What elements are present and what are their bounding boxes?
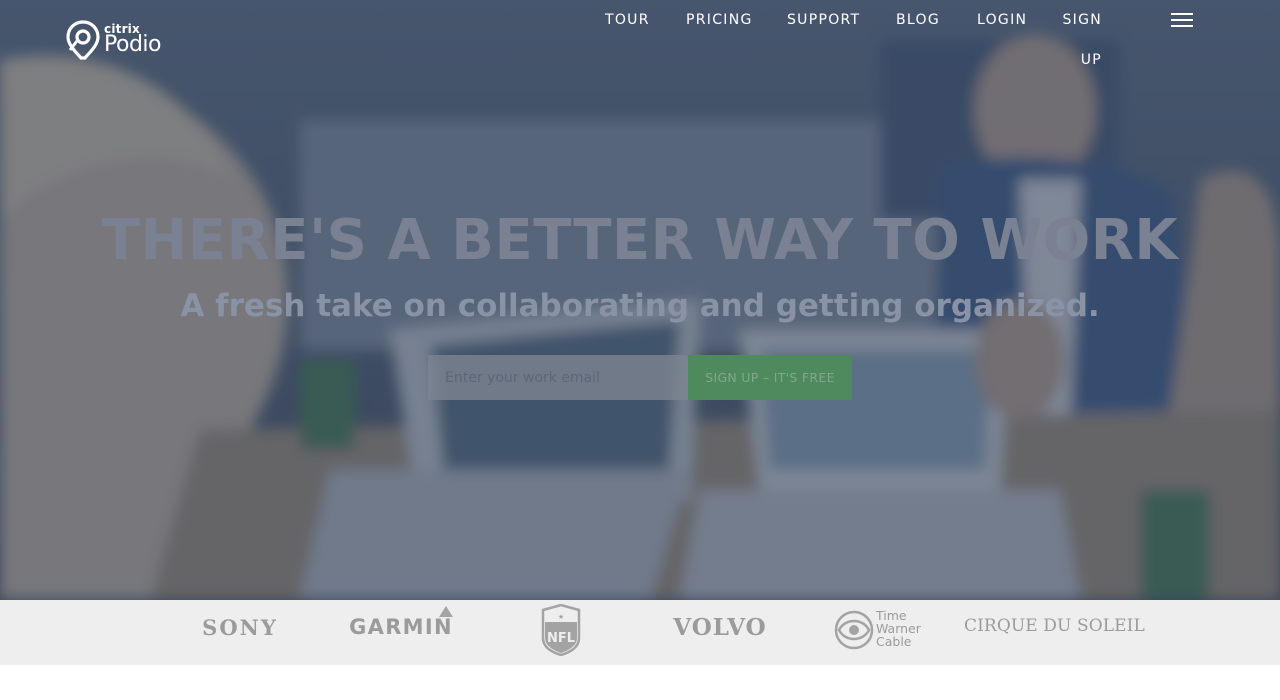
nfl-label: NFL — [547, 631, 575, 646]
sony-logo: SONY — [202, 615, 278, 640]
volvo-logo: VOLVO — [673, 614, 767, 641]
podio-logo-link[interactable]: citrix Podio — [66, 18, 176, 62]
signup-free-button[interactable]: SIGN UP – IT'S FREE — [688, 355, 852, 400]
hero-section: citrix Podio TOUR PRICING SUPPORT BLOG L… — [0, 0, 1280, 600]
nav-blog-link[interactable]: BLOG — [896, 12, 940, 28]
time-warner-cable-eye-icon — [834, 610, 874, 650]
hero-subheadline: A fresh take on collaborating and gettin… — [180, 288, 1100, 324]
work-email-input[interactable] — [428, 355, 688, 400]
nav-signup-link[interactable]: SIGN UP — [1043, 0, 1103, 80]
svg-text:★: ★ — [558, 613, 564, 621]
nav-pricing-link[interactable]: PRICING — [686, 12, 753, 28]
time-warner-cable-wordmark: Time Warner Cable — [876, 608, 921, 649]
podio-wordmark: Podio — [104, 32, 161, 57]
garmin-logo: GARMIN — [349, 615, 453, 639]
nav-support-link[interactable]: SUPPORT — [787, 12, 860, 28]
hero-headline: THERE'S A BETTER WAY TO WORK — [101, 208, 1179, 273]
hamburger-menu-icon[interactable] — [1170, 11, 1194, 29]
nav-login-link[interactable]: LOGIN — [977, 12, 1027, 28]
podio-location-pin-icon — [66, 20, 100, 60]
nav-tour-link[interactable]: TOUR — [605, 12, 650, 28]
nfl-shield-logo: ★ NFL — [541, 604, 581, 656]
cirque-du-soleil-logo: CIRQUE DU SOLEIL — [964, 616, 1145, 636]
garmin-triangle-icon — [439, 606, 453, 617]
